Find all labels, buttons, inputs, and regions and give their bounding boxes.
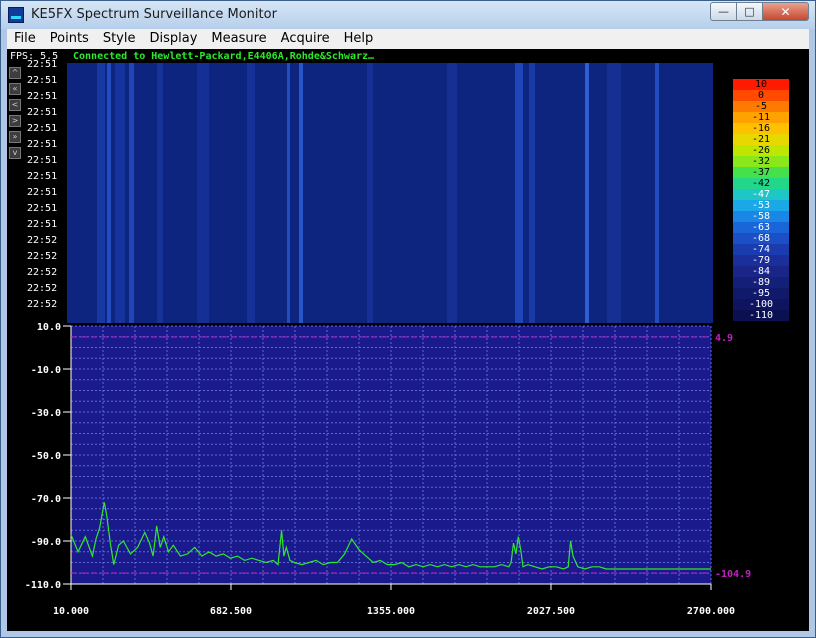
app-window: KE5FX Spectrum Surveillance Monitor — □ … [0, 0, 816, 638]
x-tick-label: 2027.500 [527, 606, 575, 617]
x-tick-label: 2700.000 [687, 606, 735, 617]
client-area: FPS: 5.5 Connected to Hewlett-Packard,E4… [7, 49, 809, 631]
spectrum-plot[interactable]: 10.0 -10.0 -30.0 -50.0 -70.0 -90.0 -110.0 10.00… [7, 49, 809, 631]
y-tick-label: -90.0 [31, 537, 61, 548]
x-tick-label: 1355.000 [367, 606, 415, 617]
menu-display[interactable]: Display [142, 29, 204, 49]
window-controls: — □ ✕ [710, 2, 809, 22]
y-tick-label: -10.0 [31, 365, 61, 376]
y-tick-label: -50.0 [31, 451, 61, 462]
x-tick-label: 682.500 [210, 606, 252, 617]
title-bar[interactable]: KE5FX Spectrum Surveillance Monitor — □ … [1, 1, 815, 29]
window-title: KE5FX Spectrum Surveillance Monitor [31, 7, 277, 22]
y-tick-label: -70.0 [31, 494, 61, 505]
menu-style[interactable]: Style [96, 29, 143, 49]
close-button[interactable]: ✕ [763, 2, 809, 21]
app-icon [8, 7, 24, 23]
menu-file[interactable]: File [7, 29, 43, 49]
y-tick-label: -30.0 [31, 408, 61, 419]
marker-label: -104.9 [715, 569, 751, 580]
marker-label: 4.9 [715, 333, 733, 344]
menu-bar: File Points Style Display Measure Acquir… [7, 29, 809, 49]
menu-acquire[interactable]: Acquire [274, 29, 337, 49]
x-tick-label: 10.000 [53, 606, 89, 617]
y-tick-label: 10.0 [37, 322, 61, 333]
menu-points[interactable]: Points [43, 29, 96, 49]
maximize-button[interactable]: □ [737, 2, 763, 21]
minimize-button[interactable]: — [710, 2, 737, 21]
y-tick-label: -110.0 [25, 580, 61, 591]
menu-measure[interactable]: Measure [204, 29, 273, 49]
menu-help[interactable]: Help [337, 29, 381, 49]
